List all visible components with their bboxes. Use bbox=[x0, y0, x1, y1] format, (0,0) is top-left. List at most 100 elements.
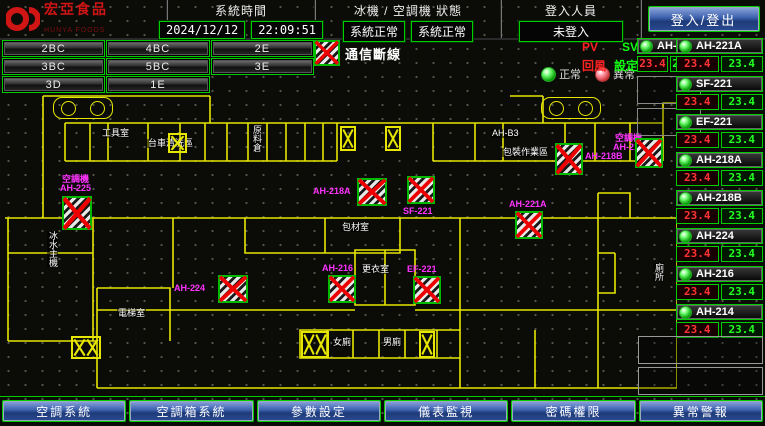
device-label: AH-218B bbox=[585, 152, 623, 161]
footer-button[interactable]: 儀表監視 bbox=[384, 400, 508, 422]
floor-button-2e[interactable]: 2E bbox=[213, 42, 312, 55]
device-comm-fail-icon-ah-224[interactable] bbox=[218, 275, 248, 303]
comm-fail-icon bbox=[314, 40, 340, 66]
floor-button-3d[interactable]: 3D bbox=[4, 78, 103, 91]
unit-sv-value: 23.4 bbox=[721, 132, 764, 148]
unit-sv-value: 23.4 bbox=[721, 208, 764, 224]
unit-pv-value: 23.4 bbox=[676, 246, 719, 262]
login-user-section: 登入人員 未登入 bbox=[502, 0, 642, 38]
unit-name: EF-221 bbox=[696, 116, 732, 128]
elevator-icon bbox=[53, 97, 113, 119]
device-label: 空調機 AH-225 bbox=[60, 175, 91, 193]
device-comm-fail-icon-ah-214[interactable] bbox=[635, 138, 663, 168]
pv-label: PV bbox=[582, 40, 598, 54]
footer-button[interactable]: 參數設定 bbox=[257, 400, 381, 422]
device-comm-fail-icon-ah-218a[interactable] bbox=[357, 178, 387, 206]
unit-led-icon bbox=[679, 116, 692, 129]
unit-button-ah-221a[interactable]: AH-221A bbox=[676, 38, 763, 54]
hunya-logo-icon bbox=[6, 5, 40, 33]
footer-button[interactable]: 密碼權限 bbox=[511, 400, 635, 422]
floor-plan: 工具室 台車清洗區 原料倉 AH-B3 包裝作業區 包材室 更衣室 冰水主機 電… bbox=[5, 93, 677, 395]
floor-button-3bc[interactable]: 3BC bbox=[4, 60, 103, 73]
unit-name: AH-224 bbox=[696, 230, 734, 242]
room-label: 工具室 bbox=[101, 129, 130, 138]
floor-cell: 5BC bbox=[106, 58, 209, 75]
unit-button-ah-216[interactable]: AH-216 bbox=[676, 266, 763, 282]
unit-pv-value: 23.4 bbox=[637, 56, 668, 72]
brand-subname: HUNYA FOODS bbox=[44, 27, 105, 34]
unit-name: SF-221 bbox=[696, 78, 732, 90]
unit-sv-value: 23.4 bbox=[721, 246, 764, 262]
unit-name: AH-221A bbox=[696, 40, 742, 52]
pv-sub-label: 回風 bbox=[582, 57, 606, 74]
unit-pv-value: 23.4 bbox=[676, 170, 719, 186]
login-logout-button[interactable]: 登入/登出 bbox=[648, 6, 760, 32]
comm-fail-label: 通信斷線 bbox=[345, 44, 401, 63]
login-button-area: 登入/登出 bbox=[642, 0, 765, 38]
unit-entry: SF-221 23.4 23.4 bbox=[676, 76, 763, 110]
unit-button-ah-214[interactable]: AH-214 bbox=[676, 304, 763, 320]
elevator-icon bbox=[541, 97, 601, 119]
unit-led-icon bbox=[679, 306, 692, 319]
footer-nav: 空調系統 空調箱系統 參數設定 儀表監視 密碼權限 異常警報 bbox=[0, 396, 765, 426]
footer-button[interactable]: 空調箱系統 bbox=[129, 400, 253, 422]
floor-button-2bc[interactable]: 2BC bbox=[4, 42, 103, 55]
device-comm-fail-icon-ah-218b[interactable] bbox=[555, 143, 583, 175]
ahu-status-display: 系統正常 bbox=[411, 21, 473, 42]
machine-status-label: 冰機 / 空調機 狀態 bbox=[316, 0, 500, 19]
unit-entry: AH-216 23.4 23.4 bbox=[676, 266, 763, 300]
device-comm-fail-icon-ah-216[interactable] bbox=[328, 275, 356, 303]
unit-button-ah-218a[interactable]: AH-218A bbox=[676, 152, 763, 168]
unit-pv-value: 23.4 bbox=[676, 56, 719, 72]
unit-led-icon bbox=[640, 40, 653, 53]
unit-sv-value: 23.4 bbox=[721, 284, 764, 300]
unit-entry: AH-218A 23.4 23.4 bbox=[676, 152, 763, 186]
room-label: 包材室 bbox=[341, 223, 370, 232]
room-label: 包裝作業區 bbox=[502, 148, 549, 157]
unit-name: AH-216 bbox=[696, 268, 734, 280]
device-comm-fail-icon-ah-221a[interactable] bbox=[515, 211, 543, 239]
sv-sub-label: 設定 bbox=[614, 57, 638, 74]
unit-pv-value: 23.4 bbox=[676, 94, 719, 110]
floor-button-4bc[interactable]: 4BC bbox=[108, 42, 207, 55]
room-label: 男廁 bbox=[382, 338, 402, 347]
floor-button-5bc[interactable]: 5BC bbox=[108, 60, 207, 73]
device-comm-fail-icon-sf-221[interactable] bbox=[407, 176, 435, 204]
unit-led-icon bbox=[679, 230, 692, 243]
unit-button-ah-224[interactable]: AH-224 bbox=[676, 228, 763, 244]
empty-slot bbox=[638, 367, 763, 395]
unit-led-icon bbox=[679, 268, 692, 281]
floor-button-1e[interactable]: 1E bbox=[108, 78, 207, 91]
sv-label: SV bbox=[622, 40, 638, 54]
floor-cell: 3E bbox=[211, 58, 314, 75]
room-label: 更衣室 bbox=[361, 265, 390, 274]
login-user-display: 未登入 bbox=[519, 21, 623, 42]
brand-area: 宏亞食品 HUNYA FOODS bbox=[0, 0, 168, 38]
floor-select-grid: 2BC 4BC 2E 3BC 5BC 3E 3D 1E bbox=[2, 40, 314, 93]
unit-button-sf-221[interactable]: SF-221 bbox=[676, 76, 763, 92]
footer-button[interactable]: 異常警報 bbox=[639, 400, 763, 422]
floor-button-3e[interactable]: 3E bbox=[213, 60, 312, 73]
device-label: AH-221A bbox=[509, 200, 547, 209]
header: 宏亞食品 HUNYA FOODS 系統時間 2024/12/12 22:09:5… bbox=[0, 0, 765, 40]
room-label: 原料倉 bbox=[251, 125, 262, 152]
system-time-label: 系統時間 bbox=[168, 0, 314, 19]
unit-pv-value: 23.4 bbox=[676, 208, 719, 224]
floor-cell: 2E bbox=[211, 40, 314, 57]
login-user-label: 登入人員 bbox=[502, 0, 640, 19]
unit-sv-value: 23.4 bbox=[721, 56, 764, 72]
stair-icon bbox=[168, 133, 187, 153]
unit-button-ef-221[interactable]: EF-221 bbox=[676, 114, 763, 130]
machine-status-section: 冰機 / 空調機 狀態 系統正常 系統正常 bbox=[316, 0, 502, 38]
floor-cell: 4BC bbox=[106, 40, 209, 57]
normal-label: 正常 bbox=[559, 66, 581, 82]
unit-led-icon bbox=[679, 154, 692, 167]
unit-entry: AH-218B 23.4 23.4 bbox=[676, 190, 763, 224]
empty-slot bbox=[638, 336, 763, 364]
unit-button-ah-218b[interactable]: AH-218B bbox=[676, 190, 763, 206]
brand-name: 宏亞食品 bbox=[44, 1, 108, 17]
floor-cell: 2BC bbox=[2, 40, 105, 57]
footer-button[interactable]: 空調系統 bbox=[2, 400, 126, 422]
device-comm-fail-icon-ah-225[interactable] bbox=[62, 196, 92, 230]
device-comm-fail-icon-ef-221[interactable] bbox=[413, 276, 441, 304]
